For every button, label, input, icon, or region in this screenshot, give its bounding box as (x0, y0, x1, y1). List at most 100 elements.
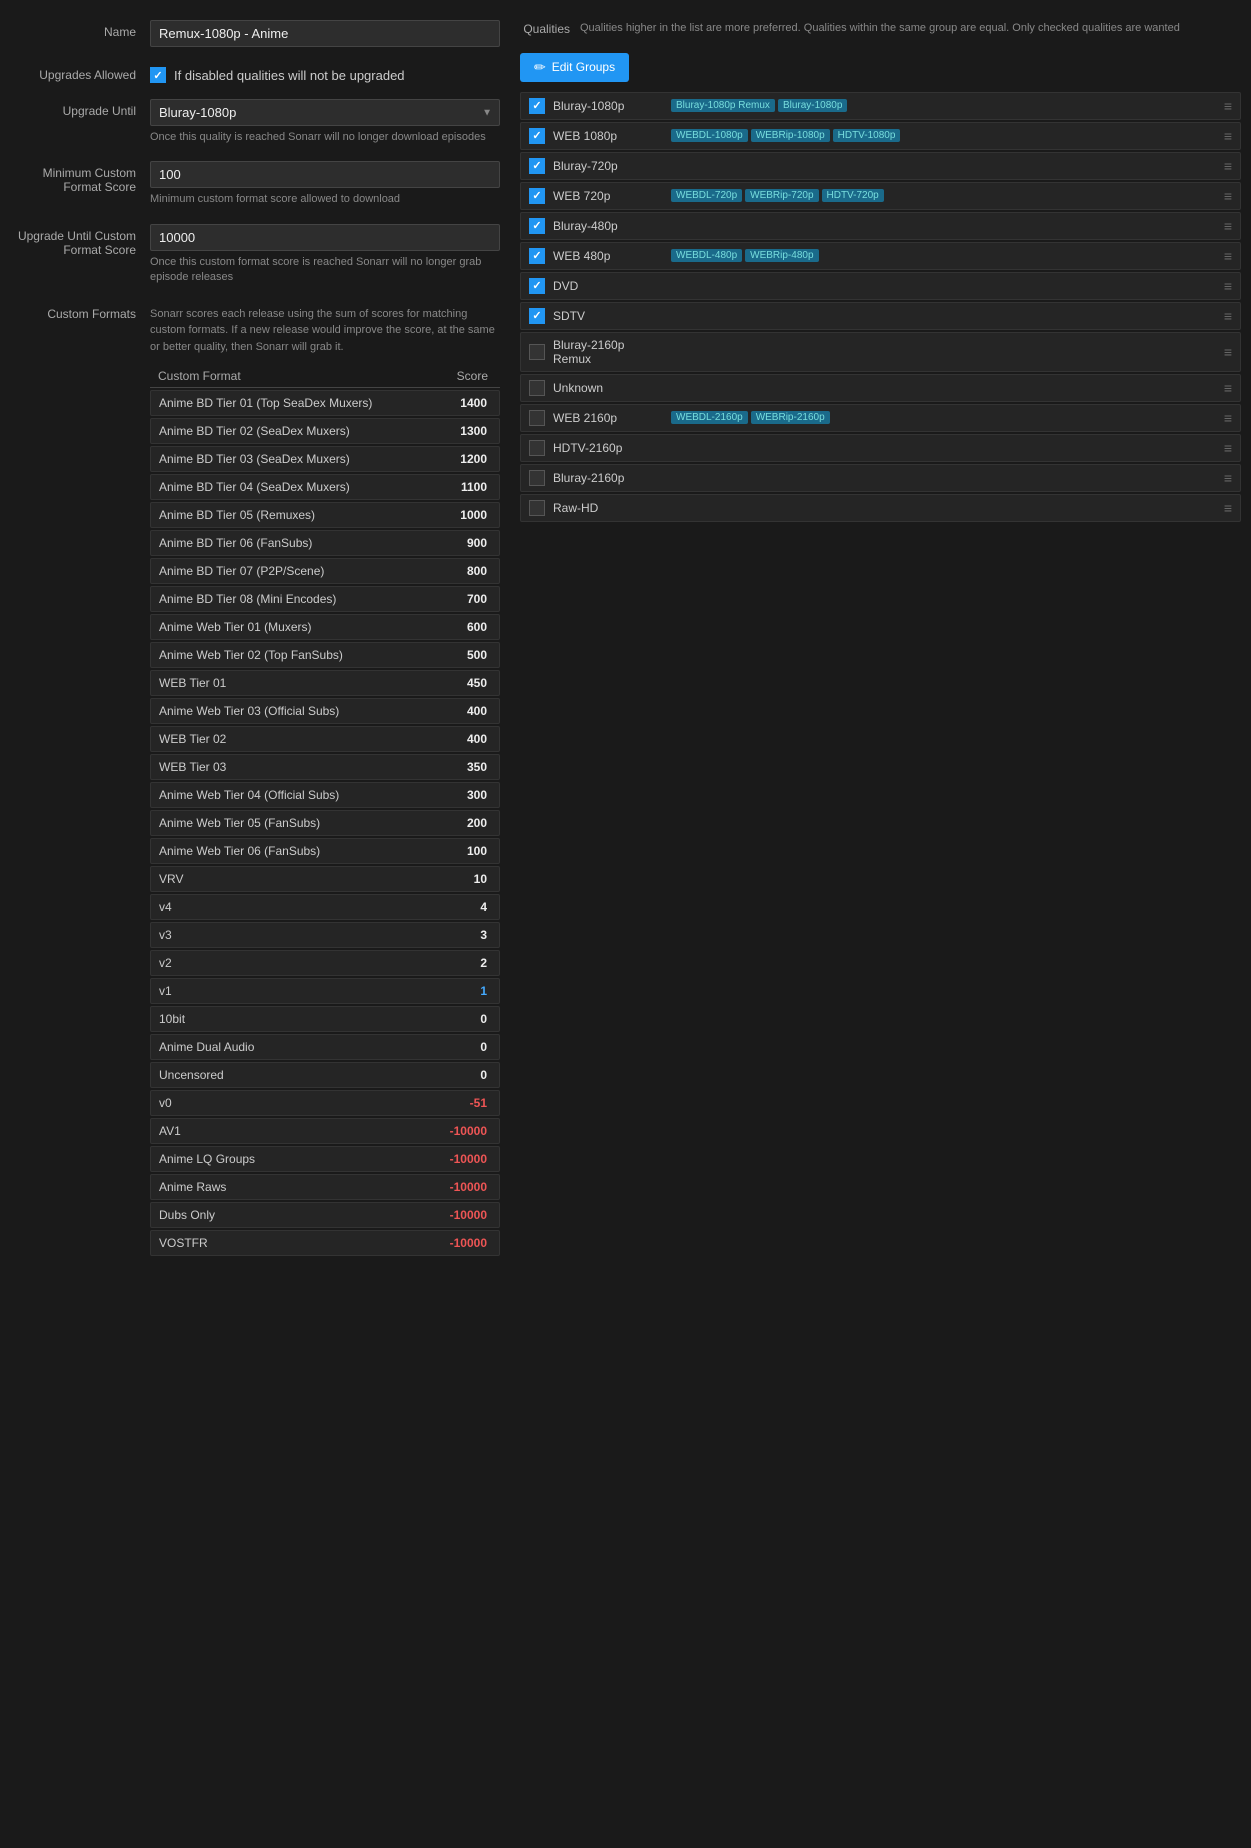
quality-name: Unknown (553, 381, 663, 395)
upgrade-until-wrap: ▼ (150, 99, 500, 126)
cf-row-name: Anime BD Tier 08 (Mini Encodes) (159, 592, 431, 606)
upgrades-allowed-checkbox[interactable] (150, 67, 166, 83)
upgrade-custom-row: Upgrade Until Custom Format Score Once t… (10, 224, 500, 286)
upgrades-allowed-text: If disabled qualities will not be upgrad… (174, 68, 405, 83)
cf-row: Dubs Only-10000 (150, 1202, 500, 1228)
quality-menu-icon[interactable]: ≡ (1224, 308, 1232, 324)
cf-row-score: 2 (431, 956, 491, 970)
upgrade-custom-label-line2: Format Score (10, 243, 136, 257)
cf-row: Anime Web Tier 06 (FanSubs)100 (150, 838, 500, 864)
upgrades-allowed-content: If disabled qualities will not be upgrad… (150, 63, 500, 83)
quality-tag: WEBRip-480p (745, 249, 818, 262)
quality-checkbox[interactable] (529, 278, 545, 294)
cf-row-name: Anime Dual Audio (159, 1040, 431, 1054)
cf-row: Uncensored0 (150, 1062, 500, 1088)
quality-checkbox[interactable] (529, 344, 545, 360)
quality-menu-icon[interactable]: ≡ (1224, 380, 1232, 396)
cf-row-name: VRV (159, 872, 431, 886)
cf-row: Anime Web Tier 03 (Official Subs)400 (150, 698, 500, 724)
quality-tags: Bluray-1080p RemuxBluray-1080p (671, 99, 1216, 112)
quality-menu-icon[interactable]: ≡ (1224, 440, 1232, 456)
quality-menu-icon[interactable]: ≡ (1224, 158, 1232, 174)
quality-checkbox[interactable] (529, 470, 545, 486)
name-label: Name (10, 20, 150, 39)
quality-row: Bluray-2160p≡ (520, 464, 1241, 492)
quality-row: Bluray-480p≡ (520, 212, 1241, 240)
cf-description: Sonarr scores each release using the sum… (150, 306, 500, 356)
qualities-header: Qualities Qualities higher in the list a… (520, 20, 1241, 37)
upgrades-allowed-checkbox-row: If disabled qualities will not be upgrad… (150, 67, 500, 83)
cf-row-score: -10000 (431, 1124, 491, 1138)
upgrade-custom-input[interactable] (150, 224, 500, 251)
quality-name: WEB 480p (553, 249, 663, 263)
quality-row: WEB 480pWEBDL-480pWEBRip-480p≡ (520, 242, 1241, 270)
quality-menu-icon[interactable]: ≡ (1224, 248, 1232, 264)
quality-checkbox[interactable] (529, 98, 545, 114)
name-row: Name (10, 20, 500, 47)
cf-row: VOSTFR-10000 (150, 1230, 500, 1256)
quality-tags: WEBDL-2160pWEBRip-2160p (671, 411, 1216, 424)
cf-row-score: 100 (431, 844, 491, 858)
quality-menu-icon[interactable]: ≡ (1224, 218, 1232, 234)
edit-groups-button[interactable]: ✏ Edit Groups (520, 53, 629, 82)
quality-menu-icon[interactable]: ≡ (1224, 128, 1232, 144)
cf-row: Anime BD Tier 07 (P2P/Scene)800 (150, 558, 500, 584)
quality-checkbox[interactable] (529, 500, 545, 516)
cf-row-name: Anime Web Tier 02 (Top FanSubs) (159, 648, 431, 662)
quality-menu-icon[interactable]: ≡ (1224, 500, 1232, 516)
quality-menu-icon[interactable]: ≡ (1224, 278, 1232, 294)
custom-formats-content: Sonarr scores each release using the sum… (150, 306, 500, 1259)
quality-tag: WEBDL-2160p (671, 411, 748, 424)
cf-row-name: v2 (159, 956, 431, 970)
cf-row-name: Anime LQ Groups (159, 1152, 431, 1166)
cf-col-score: Score (432, 369, 492, 383)
quality-menu-icon[interactable]: ≡ (1224, 188, 1232, 204)
cf-row-score: 200 (431, 816, 491, 830)
upgrade-until-input[interactable] (150, 99, 500, 126)
cf-row-name: Anime Web Tier 01 (Muxers) (159, 620, 431, 634)
name-input[interactable] (150, 20, 500, 47)
quality-checkbox[interactable] (529, 248, 545, 264)
min-custom-input[interactable] (150, 161, 500, 188)
cf-row-score: -10000 (431, 1236, 491, 1250)
quality-name: DVD (553, 279, 663, 293)
quality-rows: Bluray-1080pBluray-1080p RemuxBluray-108… (520, 92, 1241, 522)
quality-tag: HDTV-720p (822, 189, 884, 202)
cf-row-score: 10 (431, 872, 491, 886)
quality-checkbox[interactable] (529, 410, 545, 426)
quality-menu-icon[interactable]: ≡ (1224, 344, 1232, 360)
quality-checkbox[interactable] (529, 440, 545, 456)
upgrade-custom-label-line1: Upgrade Until Custom (10, 229, 136, 243)
cf-row-name: v1 (159, 984, 431, 998)
cf-row-score: 1300 (431, 424, 491, 438)
cf-row-name: Anime BD Tier 07 (P2P/Scene) (159, 564, 431, 578)
cf-row: v0-51 (150, 1090, 500, 1116)
quality-row: Bluray-720p≡ (520, 152, 1241, 180)
quality-tag: WEBRip-720p (745, 189, 818, 202)
cf-row-name: 10bit (159, 1012, 431, 1026)
quality-row: WEB 1080pWEBDL-1080pWEBRip-1080pHDTV-108… (520, 122, 1241, 150)
quality-menu-icon[interactable]: ≡ (1224, 410, 1232, 426)
quality-checkbox[interactable] (529, 158, 545, 174)
cf-row: v44 (150, 894, 500, 920)
min-custom-row: Minimum Custom Format Score Minimum cust… (10, 161, 500, 207)
quality-row: Unknown ≡ (520, 374, 1241, 402)
cf-row-score: 450 (431, 676, 491, 690)
cf-row: Anime BD Tier 05 (Remuxes)1000 (150, 502, 500, 528)
quality-menu-icon[interactable]: ≡ (1224, 98, 1232, 114)
quality-checkbox[interactable] (529, 218, 545, 234)
quality-row: Raw-HD≡ (520, 494, 1241, 522)
cf-row-name: VOSTFR (159, 1236, 431, 1250)
format-score-label: Format Score (10, 180, 136, 194)
quality-checkbox[interactable] (529, 188, 545, 204)
cf-row-score: -10000 (431, 1152, 491, 1166)
cf-row: v33 (150, 922, 500, 948)
quality-checkbox[interactable] (529, 128, 545, 144)
quality-menu-icon[interactable]: ≡ (1224, 470, 1232, 486)
custom-formats-label: Custom Formats (10, 302, 150, 321)
quality-checkbox[interactable] (529, 380, 545, 396)
quality-checkbox[interactable] (529, 308, 545, 324)
cf-row-score: 1000 (431, 508, 491, 522)
cf-row: 10bit0 (150, 1006, 500, 1032)
cf-row-name: v3 (159, 928, 431, 942)
